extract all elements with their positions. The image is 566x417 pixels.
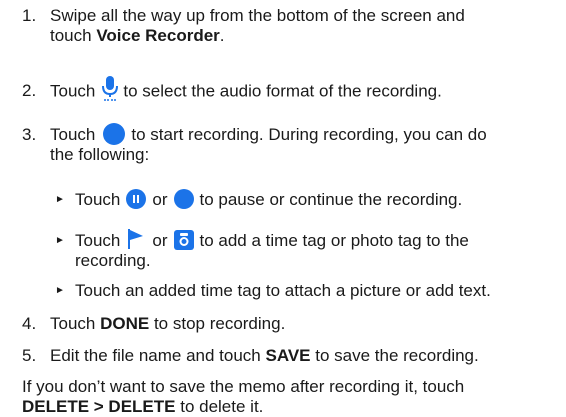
- step-text: Touch: [75, 231, 121, 250]
- step-text: to stop recording.: [149, 314, 286, 333]
- step-5-number: 5.: [22, 346, 36, 366]
- sub-step-tag-line-2: recording.: [75, 251, 151, 271]
- step-text: Touch: [50, 125, 96, 144]
- step-text: Touch: [50, 81, 96, 101]
- step-text: Touch: [75, 190, 121, 209]
- step-number: 2.: [22, 81, 37, 100]
- step-text: or: [152, 190, 168, 209]
- save-label: SAVE: [265, 346, 311, 365]
- step-text: touch: [50, 26, 97, 45]
- step-text: or: [152, 231, 168, 250]
- step-text: to add a time tag or photo tag to the: [199, 231, 469, 250]
- step-4: Touch DONE to stop recording.: [50, 314, 285, 334]
- step-1: 1.: [22, 6, 36, 26]
- step-text: to pause or continue the recording.: [199, 190, 463, 209]
- note-line-2: DELETE > DELETE to delete it.: [22, 397, 263, 417]
- step-text: Edit the file name and touch: [50, 346, 266, 365]
- microphone-format-icon: [101, 75, 119, 103]
- time-tag-flag-icon: [126, 228, 146, 250]
- step-number: 4.: [22, 314, 37, 333]
- bullet-icon: ►: [55, 285, 65, 296]
- record-icon: [103, 122, 126, 145]
- step-4-number: 4.: [22, 314, 36, 334]
- pause-icon: [126, 188, 147, 209]
- sub-step-tag: Touch or to add a time tag or photo tag to…: [75, 228, 469, 251]
- bullet-icon: ►: [55, 194, 65, 205]
- step-number: 3.: [22, 125, 37, 144]
- step-2-number: 2.: [22, 81, 36, 101]
- step-text: Swipe all the way up from the bottom of …: [50, 6, 465, 25]
- step-text: the following:: [50, 145, 150, 164]
- step-text: to select the audio format of the record…: [123, 81, 442, 101]
- note-line-1: If you don’t want to save the memo after…: [22, 377, 464, 397]
- step-3-number: 3.: [22, 125, 36, 145]
- step-number: 1.: [22, 6, 37, 25]
- step-1-text-line-2: touch Voice Recorder.: [50, 26, 225, 46]
- step-5: Edit the file name and touch SAVE to sav…: [50, 346, 479, 366]
- step-text: Touch: [50, 314, 101, 333]
- step-3-text-line-2: the following:: [50, 145, 149, 165]
- note-text: If you don’t want to save the memo after…: [22, 377, 465, 396]
- step-3: Touch to start recording. During recordin…: [50, 122, 487, 145]
- step-text: Touch an added time tag to attach a pict…: [75, 281, 491, 300]
- step-text: recording.: [75, 251, 151, 270]
- app-name-voice-recorder: Voice Recorder: [96, 26, 220, 45]
- note-text: to delete it.: [175, 397, 264, 416]
- step-text: to start recording. During recording, yo…: [131, 125, 487, 144]
- step-2: Touch to select the audio format of the r…: [50, 76, 442, 101]
- sub-step-pause: Touch or to pause or continue the recordin…: [75, 188, 463, 210]
- step-number: 5.: [22, 346, 37, 365]
- step-text: to save the recording.: [310, 346, 479, 365]
- done-label: DONE: [100, 314, 150, 333]
- photo-tag-camera-icon: [173, 229, 194, 250]
- sub-step-attach: Touch an added time tag to attach a pict…: [75, 281, 491, 301]
- bullet-icon: ►: [55, 235, 65, 246]
- step-1-text-line-1: Swipe all the way up from the bottom of …: [50, 6, 465, 26]
- delete-label: DELETE > DELETE: [22, 397, 176, 416]
- step-text: .: [219, 26, 225, 45]
- continue-record-icon: [173, 188, 194, 209]
